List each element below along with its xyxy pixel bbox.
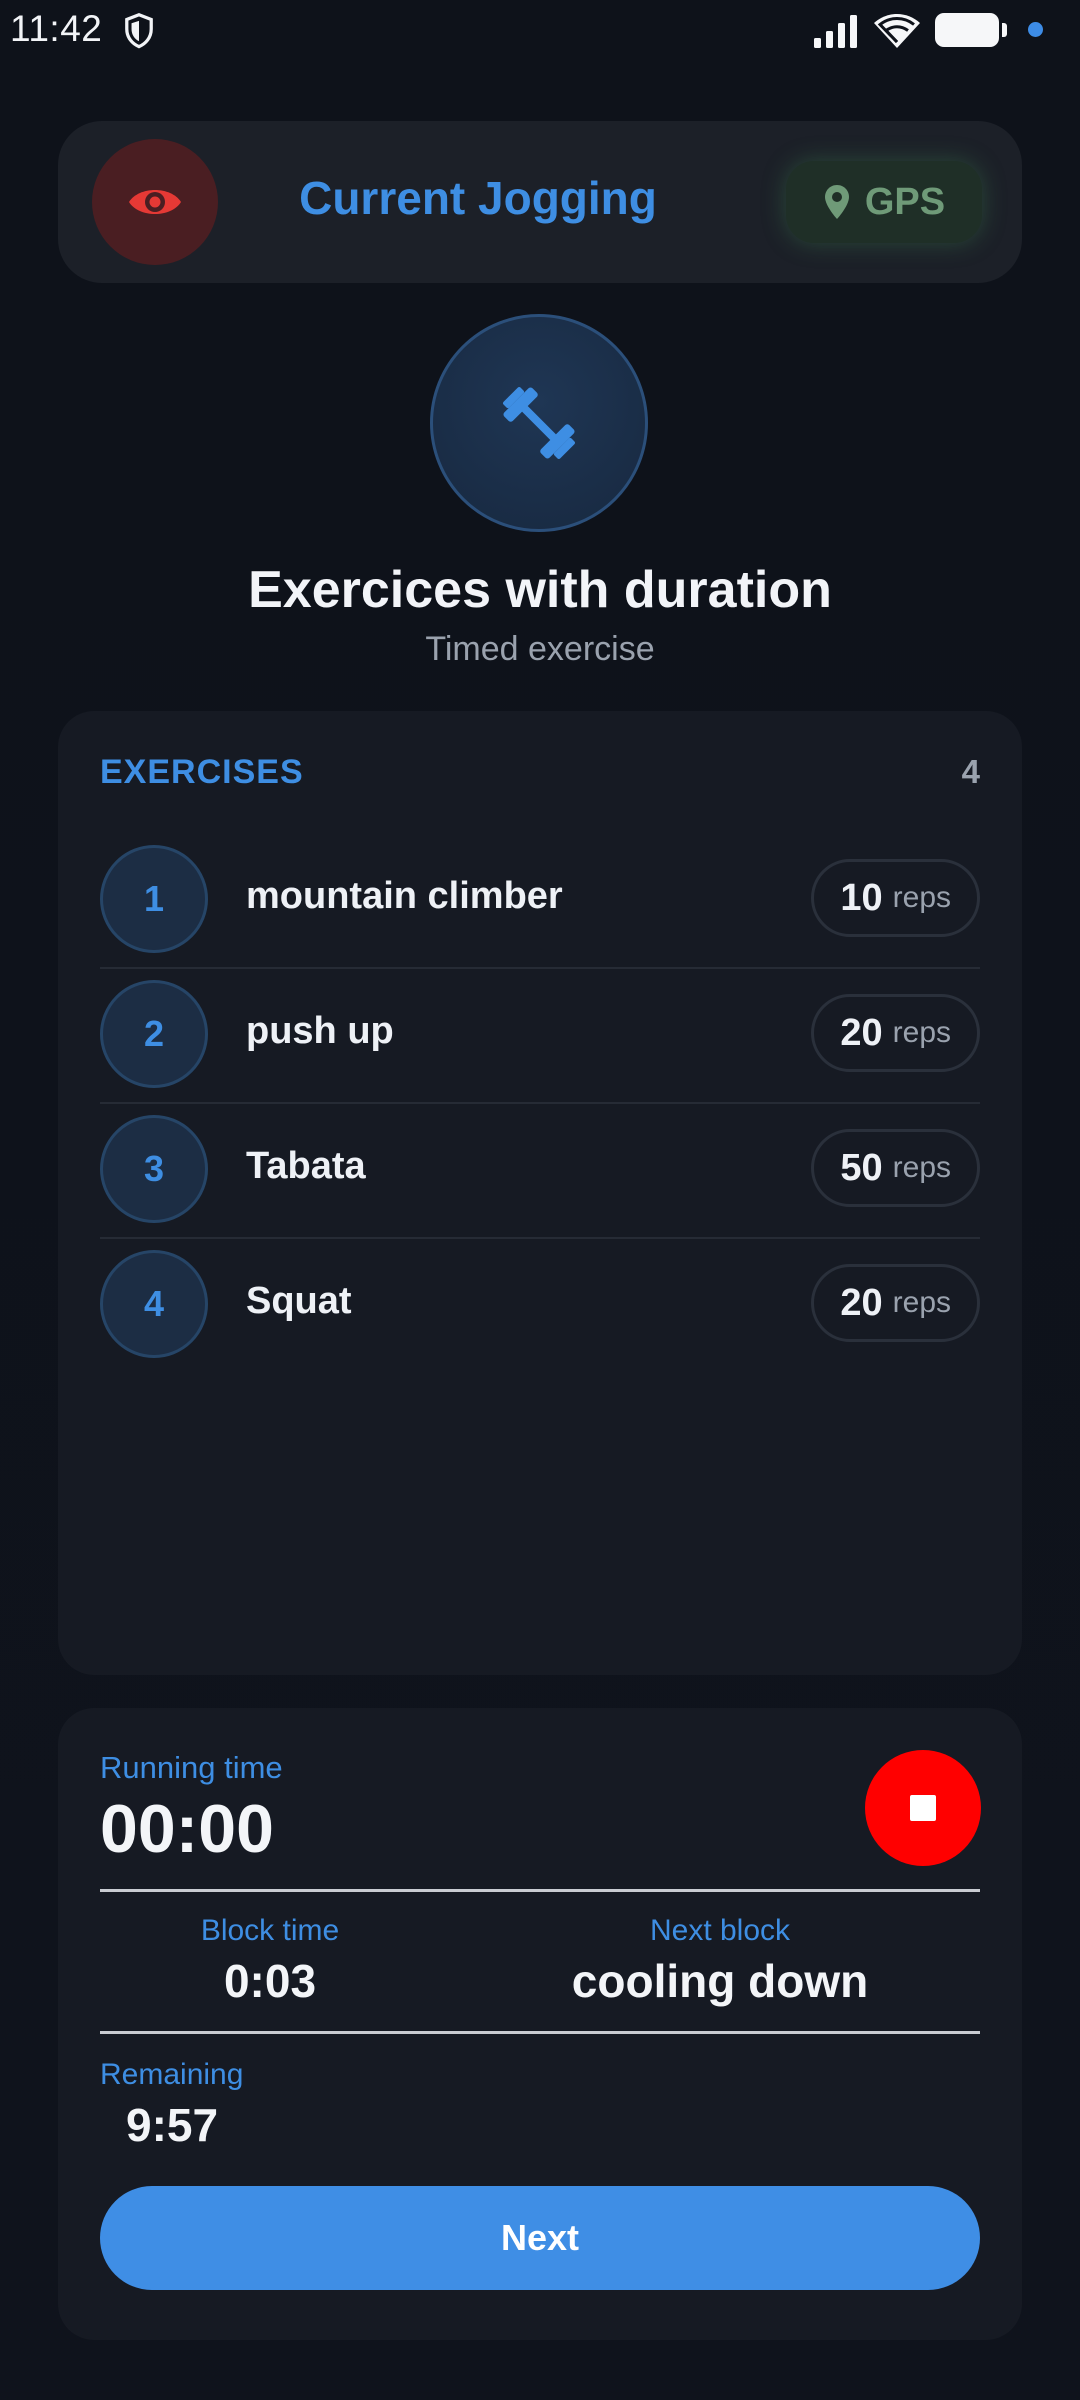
next-block-label: Next block: [649, 1914, 791, 1947]
workout-subtitle: Timed exercise: [425, 630, 655, 668]
workout-title: Exercices with duration: [248, 561, 832, 619]
divider: [100, 1889, 980, 1892]
block-time-label: Block time: [200, 1914, 340, 1947]
gps-button[interactable]: GPS: [786, 161, 982, 243]
exercise-row[interactable]: 3 Tabata 50 reps: [100, 1103, 980, 1239]
running-time-label: Running time: [100, 1750, 283, 1785]
exercise-row[interactable]: 4 Squat 20 reps: [100, 1238, 980, 1372]
exercises-count: 4: [961, 753, 980, 790]
block-time-value: 0:03: [223, 1955, 317, 2007]
exercise-name: Tabata: [246, 1145, 366, 1187]
exercise-row[interactable]: 2 push up 20 reps: [100, 968, 980, 1104]
reps-value: 10: [840, 876, 883, 919]
page-title: Current Jogging: [299, 172, 657, 224]
stop-button[interactable]: [865, 1750, 981, 1866]
status-time: 11:42: [10, 8, 103, 49]
exercise-name: Squat: [246, 1280, 352, 1322]
reps-unit: reps: [892, 881, 951, 914]
exercise-number: 1: [100, 845, 208, 953]
divider: [100, 2031, 980, 2034]
reps-value: 20: [840, 1281, 883, 1324]
reps-unit: reps: [892, 1151, 951, 1184]
reps-pill: 20 reps: [811, 1264, 980, 1342]
reps-pill: 10 reps: [811, 859, 980, 937]
exercises-heading: EXERCISES: [100, 753, 304, 791]
exercise-name: push up: [246, 1010, 394, 1052]
block-time: Block time 0:03: [90, 1914, 450, 2008]
shield-icon: [125, 12, 153, 49]
reps-value: 50: [840, 1146, 883, 1189]
next-button[interactable]: Next: [100, 2186, 980, 2290]
reps-unit: reps: [892, 1286, 951, 1319]
signal-icon: [814, 15, 857, 48]
running-time-value: 00:00: [100, 1791, 274, 1867]
gps-label: GPS: [864, 180, 946, 223]
exercise-number: 4: [100, 1250, 208, 1358]
exercise-number: 2: [100, 980, 208, 1088]
workout-screen: 11:42 Current Jogging GPS Exercices with…: [0, 0, 1080, 2400]
remaining-value: 9:57: [126, 2099, 219, 2151]
stop-icon: [910, 1795, 936, 1821]
status-bar: 11:42: [0, 0, 1080, 62]
eye-button[interactable]: [92, 139, 218, 265]
remaining-label: Remaining: [100, 2058, 244, 2091]
reps-pill: 50 reps: [811, 1129, 980, 1207]
battery-icon: [935, 13, 1007, 47]
header-card: Current Jogging GPS: [58, 121, 1022, 283]
exercise-row[interactable]: 1 mountain climber 10 reps: [100, 833, 980, 969]
reps-value: 20: [840, 1011, 883, 1054]
reps-unit: reps: [892, 1016, 951, 1049]
next-block-value: cooling down: [571, 1955, 869, 2007]
exercise-number: 3: [100, 1115, 208, 1223]
reps-pill: 20 reps: [811, 994, 980, 1072]
location-pin-icon: [824, 185, 849, 219]
exercises-card: EXERCISES 4 1 mountain climber 10 reps 2…: [58, 711, 1022, 1675]
wifi-icon: [874, 14, 920, 48]
exercise-icon-badge: [430, 314, 648, 532]
notification-dot: [1028, 22, 1043, 37]
next-block: Next block cooling down: [490, 1914, 950, 2008]
eye-icon: [129, 190, 181, 214]
timer-card: Running time 00:00 Block time 0:03 Next …: [58, 1708, 1022, 2340]
exercise-name: mountain climber: [246, 875, 563, 917]
dumbbell-icon: [503, 387, 575, 459]
